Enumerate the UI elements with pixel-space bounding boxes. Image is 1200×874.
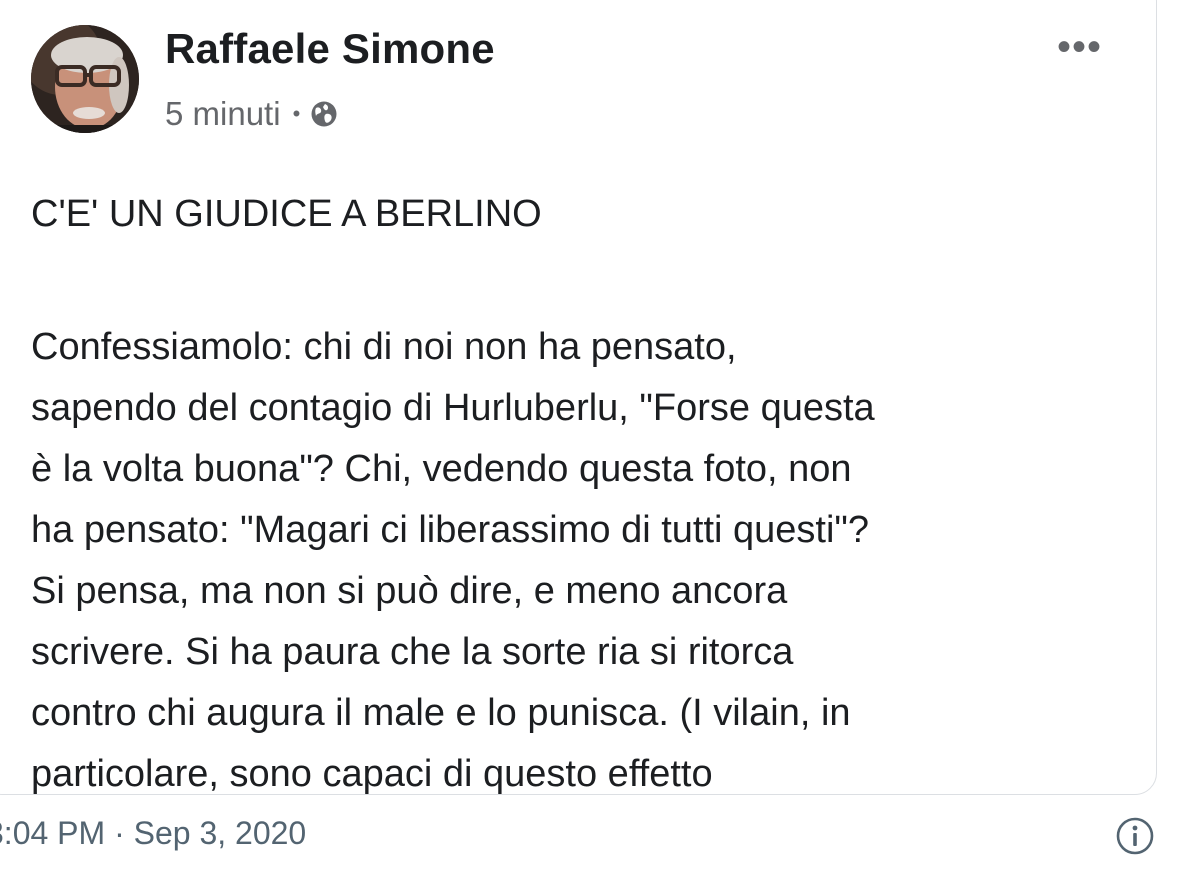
post-body-line: è la volta buona"? Chi, vedendo questa f… bbox=[31, 448, 852, 490]
tweet-timestamp[interactable]: 3:04 PM · Sep 3, 2020 bbox=[0, 815, 306, 852]
post-body-line: contro chi augura il male e lo punisca. … bbox=[31, 692, 851, 734]
author-name[interactable]: Raffaele Simone bbox=[165, 25, 495, 73]
post-body-line: Si pensa, ma non si può dire, e meno anc… bbox=[31, 570, 788, 612]
post-title: C'E' UN GIUDICE A BERLINO bbox=[31, 193, 542, 235]
post-card: Raffaele Simone 5 minuti • ••• C'E' UN G… bbox=[0, 0, 1157, 795]
post-body: Confessiamolo: chi di noi non ha pensato… bbox=[31, 317, 1141, 795]
avatar-photo bbox=[31, 25, 139, 133]
post-time[interactable]: 5 minuti bbox=[165, 95, 281, 133]
more-options-icon[interactable]: ••• bbox=[1057, 27, 1102, 67]
post-body-line: sapendo del contagio di Hurluberlu, "For… bbox=[31, 387, 875, 429]
screenshot: Raffaele Simone 5 minuti • ••• C'E' UN G… bbox=[0, 0, 1200, 874]
globe-icon bbox=[311, 101, 337, 127]
post-body-line: particolare, sono capaci di questo effet… bbox=[31, 753, 713, 795]
post-meta: 5 minuti • bbox=[165, 95, 338, 133]
post-body-line: ha pensato: "Magari ci liberassimo di tu… bbox=[31, 509, 870, 551]
post-body-line: Confessiamolo: chi di noi non ha pensato… bbox=[31, 326, 737, 368]
meta-separator: • bbox=[292, 101, 301, 126]
post-body-line: scrivere. Si ha paura che la sorte ria s… bbox=[31, 631, 794, 673]
author-avatar[interactable] bbox=[31, 25, 139, 133]
info-icon[interactable] bbox=[1115, 816, 1155, 856]
